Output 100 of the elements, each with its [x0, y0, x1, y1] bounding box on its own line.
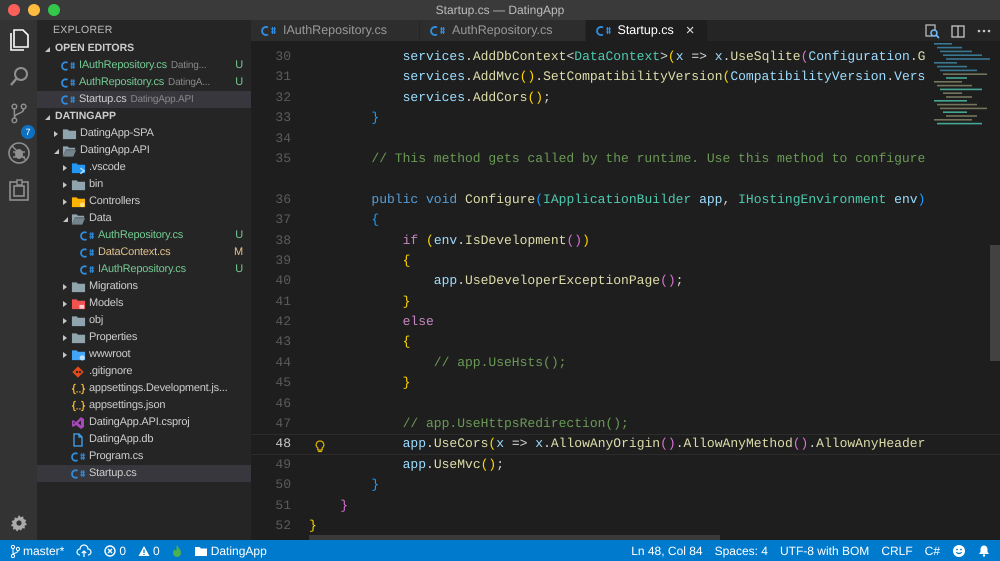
folder-name[interactable]: Controllers: [89, 193, 140, 210]
code-line: }: [371, 109, 380, 128]
code-line: // This method gets called by the runtime. Use this method to configure: [371, 150, 926, 168]
code-line: else: [402, 313, 434, 332]
line-number: 45: [274, 374, 291, 392]
line-number: 33: [274, 109, 291, 128]
code-line: app.UseDeveloperExceptionPage();: [434, 272, 684, 290]
minimize-button[interactable]: [28, 4, 40, 16]
folder-button[interactable]: DatingApp: [188, 540, 273, 561]
folder-name[interactable]: obj: [89, 312, 104, 329]
folder-name[interactable]: .vscode: [89, 159, 126, 176]
code-line: services.AddMvc().SetCompatibilityVersion(CompatibilityVersion.Vers: [402, 68, 926, 86]
file-path: DatingA...: [168, 76, 210, 90]
collapse-arrow-icon: [43, 44, 51, 52]
line-number: 44: [274, 354, 291, 372]
file-name[interactable]: IAuthRepository.cs: [98, 261, 186, 278]
warnings-button[interactable]: 0: [132, 540, 166, 561]
code-line: {: [402, 333, 410, 352]
line-number: 34: [274, 130, 291, 148]
file-name[interactable]: appsettings.Development.js...: [89, 380, 228, 397]
code-line: services.AddDbContext<DataContext>(x => x.UseSqlite(Configuration.G: [402, 48, 926, 66]
code-line: {: [402, 252, 410, 270]
folder-name[interactable]: Migrations: [89, 278, 138, 295]
file-name[interactable]: Startup.cs: [79, 91, 127, 108]
line-number: 46: [274, 394, 291, 413]
line-number: 42: [274, 313, 291, 332]
file-name[interactable]: .gitignore: [89, 363, 132, 380]
c-sharp-icon: [80, 228, 95, 242]
c-sharp-icon: [261, 24, 277, 38]
selected-row[interactable]: Startup.cs: [37, 465, 251, 482]
file-name[interactable]: DataContext.cs: [98, 244, 170, 261]
bell-icon: [978, 544, 990, 557]
code-line: app.UseCors(x => x.AllowAnyOrigin().AllowAnyMethod().AllowAnyHeader: [402, 435, 926, 454]
encoding[interactable]: UTF-8 with BOM: [774, 540, 876, 561]
folder-name[interactable]: DatingApp.API: [80, 142, 150, 159]
file-name[interactable]: DatingApp.API.csproj: [89, 414, 190, 431]
file-path: Dating...: [170, 59, 206, 73]
line-number: 35: [274, 150, 291, 168]
file-name[interactable]: Program.cs: [89, 448, 144, 465]
cloud-upload-icon: [76, 544, 92, 558]
selected-row[interactable]: Startup.cs DatingApp.API: [37, 91, 251, 108]
error-icon: [104, 544, 116, 556]
code-line: }: [340, 496, 348, 515]
c-sharp-icon: [80, 246, 95, 260]
indentation[interactable]: Spaces: 4: [708, 540, 774, 561]
sidebar-title: EXPLORER: [52, 23, 114, 38]
c-sharp-icon: [71, 466, 86, 480]
bug-icon[interactable]: [6, 140, 32, 166]
code-line: }: [402, 292, 410, 311]
line-number: 36: [274, 190, 291, 209]
file-name[interactable]: AuthRepository.cs: [98, 227, 184, 244]
editor-tab[interactable]: IAuthRepository.cs: [251, 20, 420, 41]
section-header[interactable]: OPEN EDITORS: [37, 40, 251, 57]
file-name[interactable]: AuthRepository.cs: [79, 74, 164, 91]
code-line: {: [371, 211, 380, 230]
line-number: 43: [274, 333, 291, 352]
branch-button[interactable]: master*: [4, 540, 70, 561]
smiley-icon: [952, 544, 966, 558]
errors-button[interactable]: 0: [98, 540, 132, 561]
git-status: U: [234, 58, 244, 74]
code-line: }: [371, 476, 380, 494]
line-number: 52: [274, 516, 291, 535]
code-line: services.AddCors();: [402, 88, 551, 107]
folder-name[interactable]: Properties: [89, 329, 138, 346]
file-name[interactable]: IAuthRepository.cs: [79, 57, 167, 74]
c-sharp-icon: [61, 58, 76, 72]
file-icon: [71, 432, 85, 446]
folder-name[interactable]: Data: [89, 210, 112, 227]
scroll-thumb[interactable]: [990, 245, 1000, 361]
line-ending[interactable]: CRLF: [875, 540, 919, 561]
zoom-button[interactable]: [48, 4, 60, 16]
folder-name[interactable]: wwwroot: [89, 346, 130, 363]
c-sharp-icon: [61, 76, 76, 90]
language-mode[interactable]: C#: [918, 540, 946, 561]
warning-icon: [138, 544, 150, 556]
folder-icon: [194, 544, 208, 556]
close-button[interactable]: [8, 4, 20, 16]
editor-tab[interactable]: Startup.cs ×: [586, 20, 708, 41]
section-header[interactable]: DATINGAPP: [37, 108, 251, 125]
code-line: }: [402, 374, 410, 392]
editor-tab[interactable]: AuthRepository.cs: [420, 20, 586, 41]
close-button[interactable]: ×: [686, 23, 695, 38]
folder-name[interactable]: Models: [89, 295, 124, 312]
cursor-position[interactable]: Ln 48, Col 84: [625, 540, 709, 561]
split-editor-icon[interactable]: [950, 22, 966, 38]
file-name[interactable]: Startup.cs: [89, 465, 137, 482]
code-line: public void Configure(IApplicationBuilder app, IHostingEnvironment env): [371, 190, 926, 209]
file-name[interactable]: appsettings.json: [89, 397, 166, 414]
scroll-thumb[interactable]: [309, 535, 720, 540]
folder-name[interactable]: DatingApp-SPA: [80, 125, 154, 142]
file-name[interactable]: DatingApp.db: [89, 431, 154, 448]
folder-name[interactable]: bin: [89, 176, 104, 193]
lightbulb-icon[interactable]: [315, 440, 325, 453]
settings-icon[interactable]: [10, 514, 28, 532]
line-number: 39: [274, 252, 291, 270]
c-sharp-icon: [71, 450, 86, 464]
git-status: U: [234, 262, 244, 278]
open-changes-icon[interactable]: [924, 22, 940, 38]
line-number: 48: [274, 435, 291, 454]
line-number: 50: [274, 476, 291, 494]
